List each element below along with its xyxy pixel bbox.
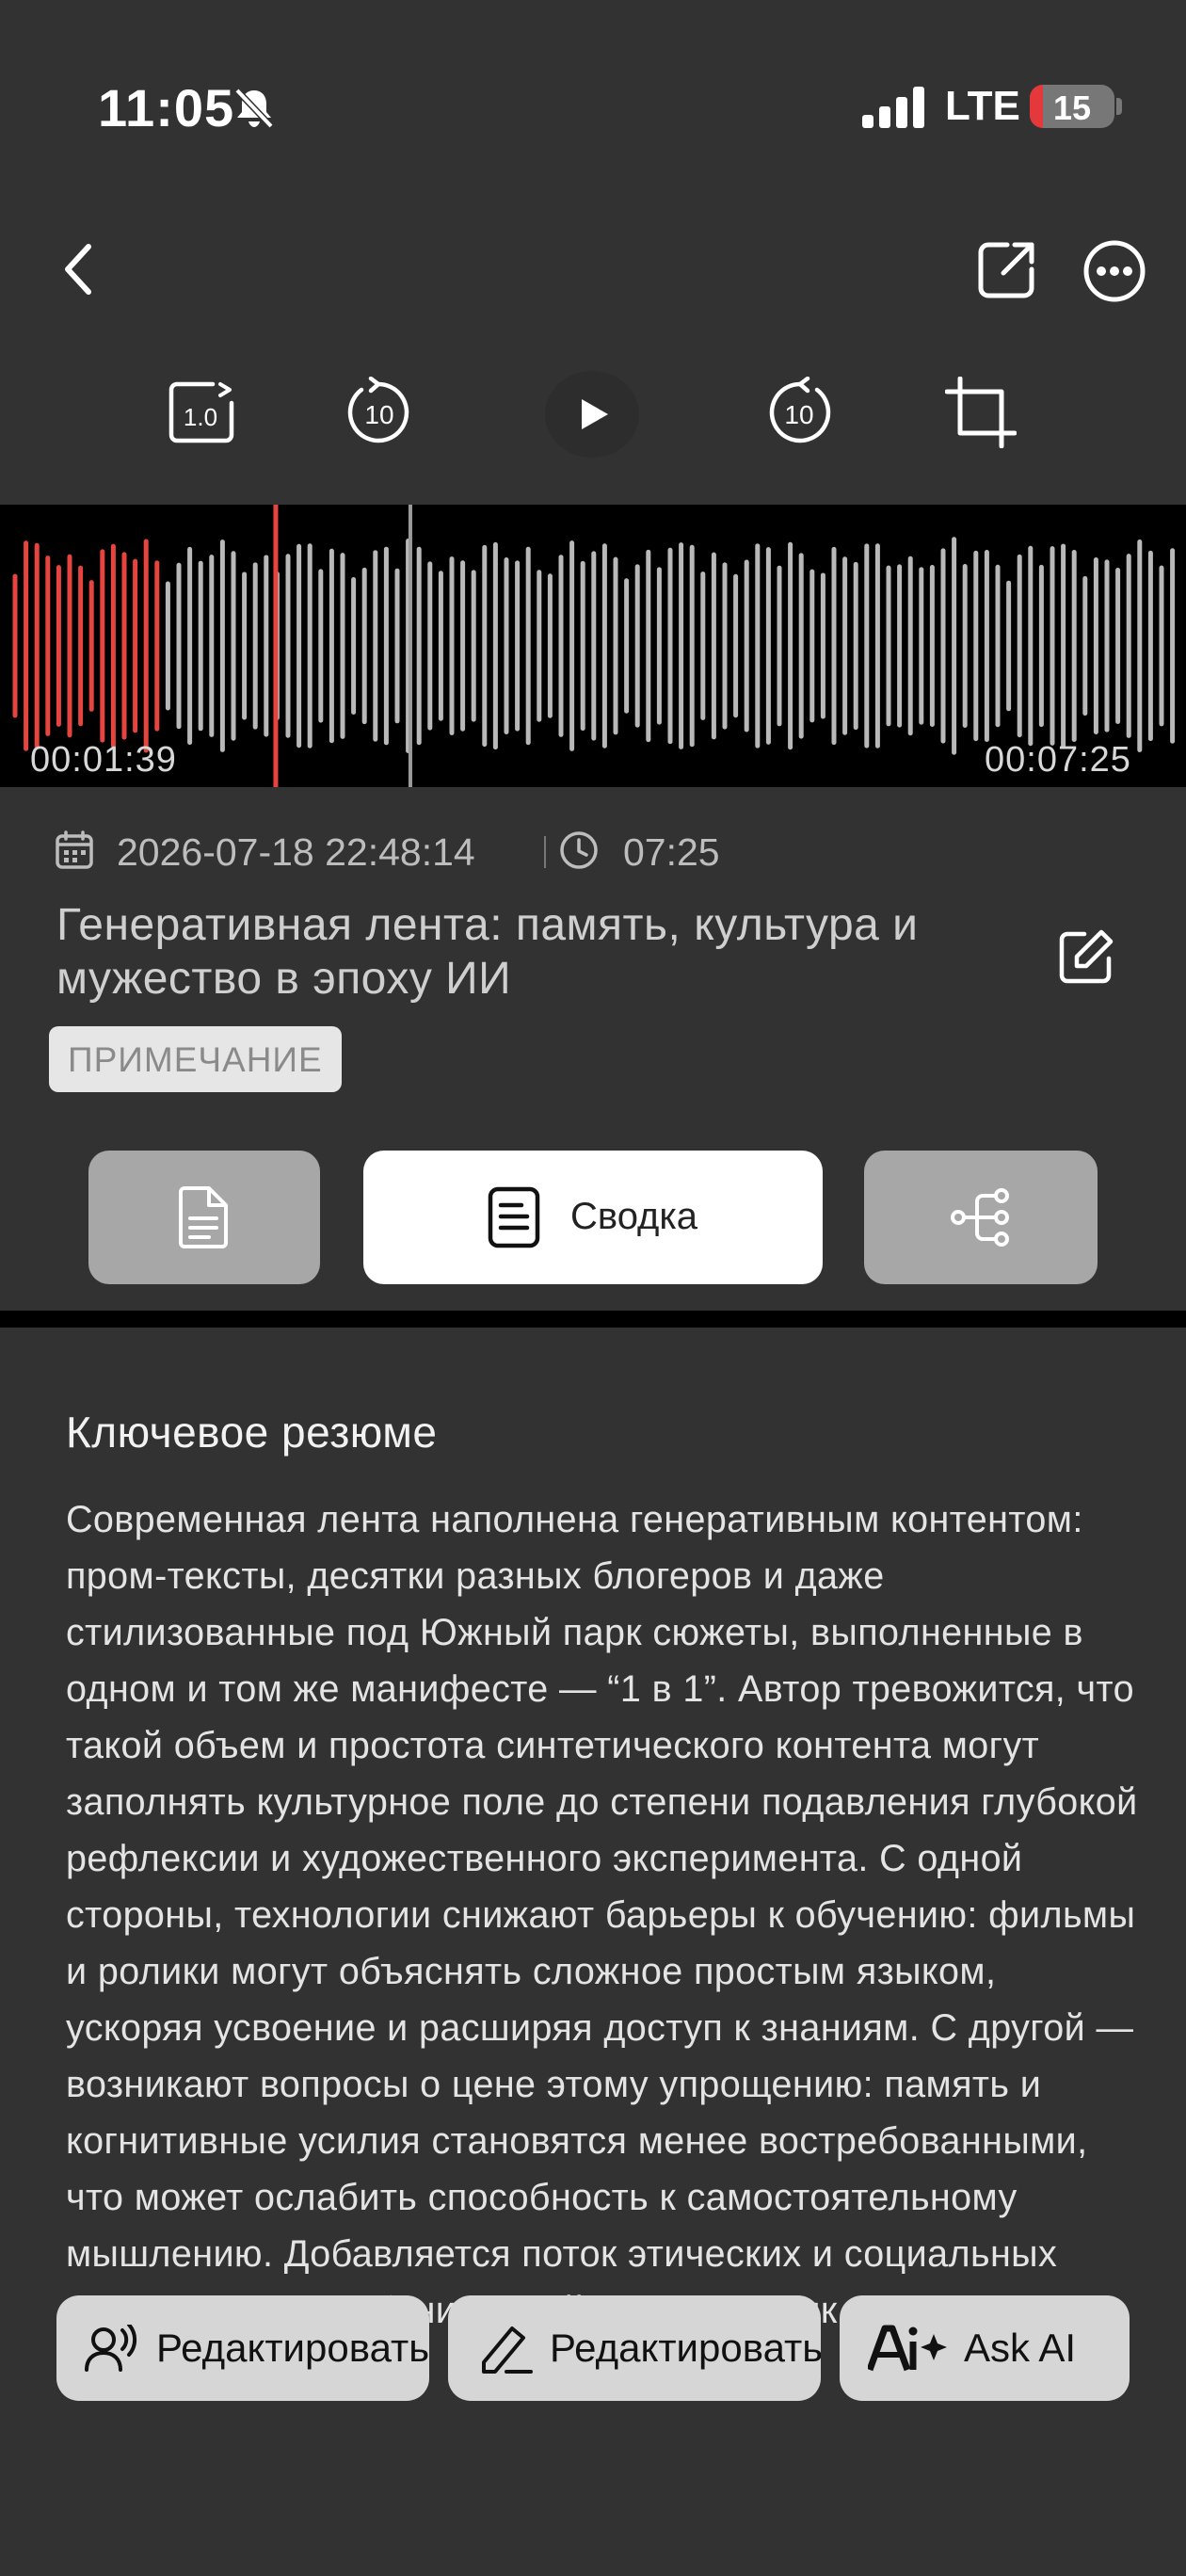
- mindmap-icon: [949, 1188, 1011, 1247]
- rewind-seconds: 10: [364, 400, 393, 429]
- bell-slash-icon: [232, 87, 277, 128]
- tab-mindmap[interactable]: [864, 1151, 1098, 1284]
- recording-title: Генеративная лента: память, культура и м…: [56, 900, 919, 1004]
- speed-label: 1.0: [184, 403, 217, 431]
- clock-icon: [559, 830, 599, 870]
- play-icon[interactable]: [540, 369, 644, 459]
- edit-title-icon[interactable]: [1058, 928, 1114, 985]
- recording-datetime: 2026-07-18 22:48:14: [117, 830, 475, 874]
- status-time: 11:05: [98, 78, 235, 137]
- ask-ai-label: Ask AI: [964, 2326, 1077, 2370]
- playback-speed-icon[interactable]: 1.0: [168, 380, 235, 444]
- battery-level: 15: [1052, 89, 1092, 127]
- calendar-icon: [55, 830, 94, 870]
- more-options-icon[interactable]: [1082, 239, 1146, 303]
- network-type: LTE: [945, 83, 1020, 129]
- forward-seconds: 10: [784, 400, 813, 429]
- total-time: 00:07:25: [985, 740, 1131, 780]
- document-icon: [175, 1186, 232, 1248]
- note-tag[interactable]: ПРИМЕЧАНИЕ: [49, 1026, 342, 1092]
- forward-10-icon[interactable]: 10: [764, 377, 836, 448]
- edit-text-button[interactable]: Редактировать: [448, 2295, 821, 2401]
- tab-transcript[interactable]: [88, 1151, 320, 1284]
- summary-heading: Ключевое резюме: [66, 1408, 438, 1457]
- rewind-10-icon[interactable]: 10: [343, 377, 414, 448]
- battery-nub: [1116, 98, 1122, 115]
- edit-speakers-label: Редактировать: [156, 2326, 429, 2370]
- tab-summary[interactable]: Сводка: [363, 1151, 823, 1284]
- current-time: 00:01:39: [30, 740, 177, 780]
- summary-icon: [488, 1186, 540, 1248]
- cellular-signal-icon: [862, 87, 928, 128]
- ai-sparkle-icon: [868, 2325, 947, 2372]
- share-icon[interactable]: [975, 239, 1037, 301]
- back-icon[interactable]: [56, 241, 102, 298]
- pencil-icon: [476, 2323, 533, 2374]
- speaker-icon: [85, 2325, 139, 2372]
- recording-duration: 07:25: [623, 830, 720, 874]
- ask-ai-button[interactable]: Ask AI: [840, 2295, 1130, 2401]
- battery-icon: 15: [1030, 85, 1114, 128]
- section-divider: [0, 1311, 1186, 1328]
- meta-separator: [544, 836, 546, 868]
- edit-text-label: Редактировать: [550, 2326, 821, 2370]
- crop-icon[interactable]: [945, 377, 1017, 448]
- edit-speakers-button[interactable]: Редактировать: [56, 2295, 429, 2401]
- tab-summary-label: Сводка: [570, 1196, 698, 1237]
